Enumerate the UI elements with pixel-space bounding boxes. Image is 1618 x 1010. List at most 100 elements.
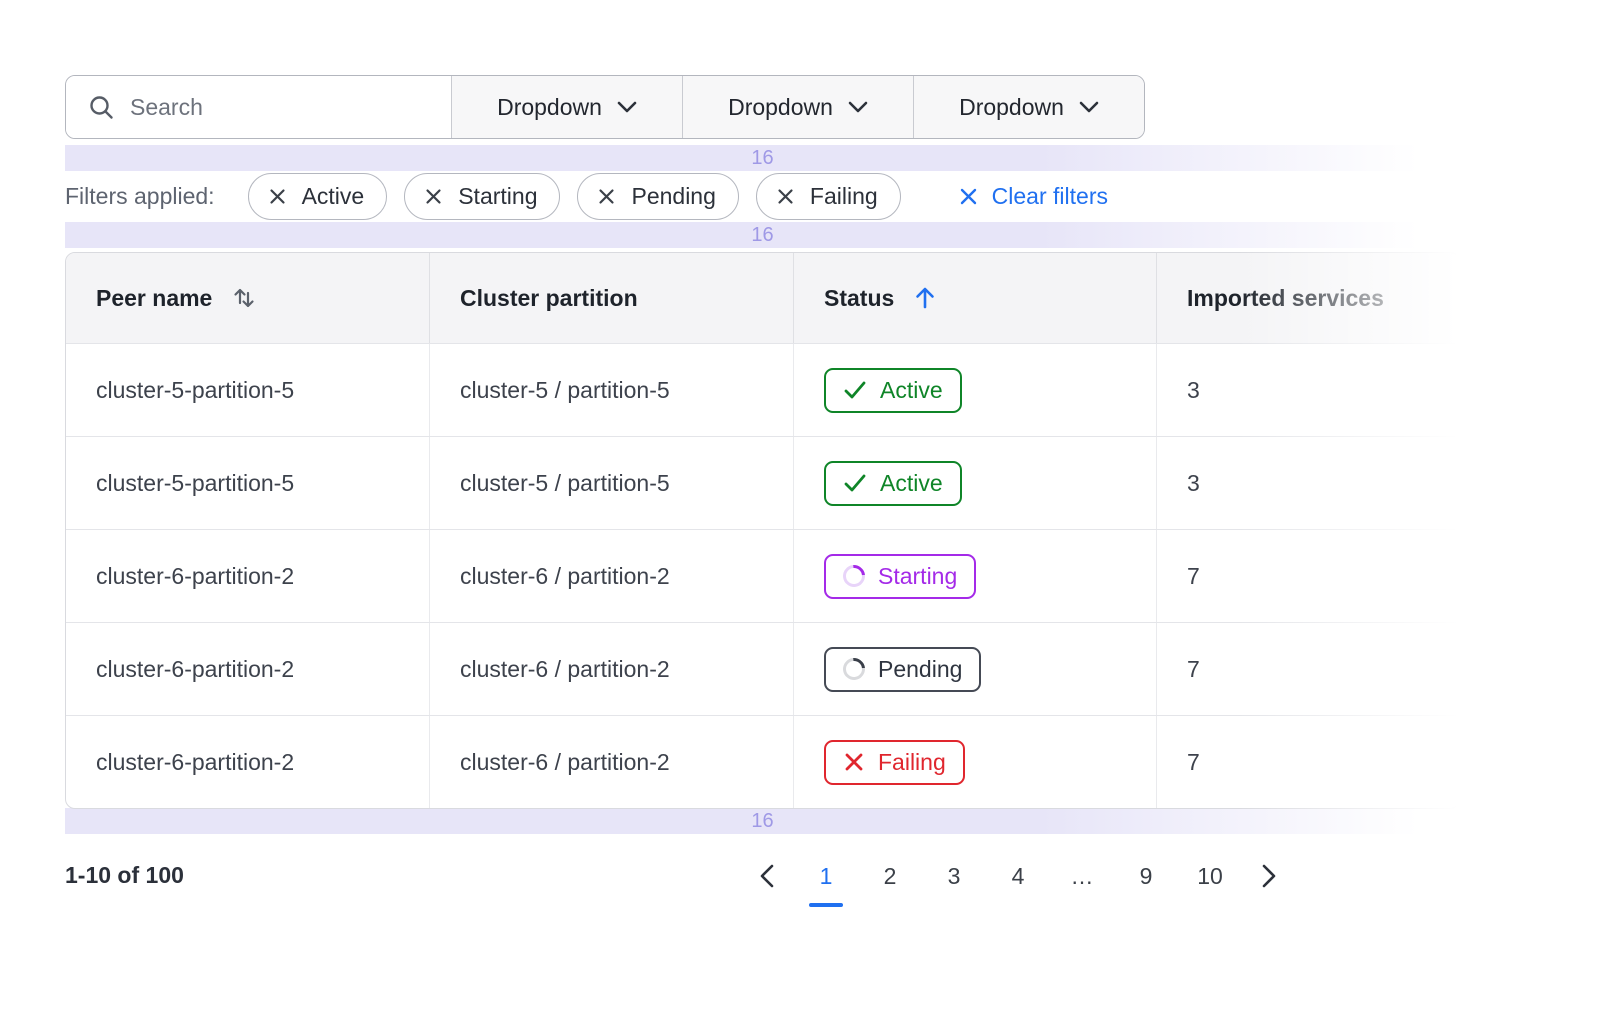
dropdown-label: Dropdown [728,94,833,121]
column-label: Status [824,285,894,312]
remove-filter-icon[interactable] [776,187,795,206]
page-button-1[interactable]: 1 [806,852,846,900]
page-button-10[interactable]: 10 [1190,852,1230,900]
filters-applied-row: Filters applied: Active Starting [65,171,1108,222]
next-page-button[interactable] [1254,852,1284,900]
previous-page-button[interactable] [752,852,782,900]
cell-status: Active [793,344,1156,436]
table-header-row: Peer name Cluster partition Status [66,253,1459,343]
chevron-left-icon [760,864,774,888]
clear-filters-icon [958,186,979,207]
cell-imported-services: 3 [1156,344,1459,436]
cell-imported-services: 7 [1156,530,1459,622]
filter-chip-label: Starting [458,183,537,210]
filter-toolbar: Dropdown Dropdown Dropdown [65,75,1145,139]
cell-cluster-partition: cluster-6 / partition-2 [429,530,793,622]
cell-imported-services: 7 [1156,716,1459,808]
filter-chip-starting[interactable]: Starting [404,173,560,220]
status-badge-failing: Failing [824,740,965,785]
filter-chip-label: Active [302,183,365,210]
page-button-3[interactable]: 3 [934,852,974,900]
pagination-summary: 1-10 of 100 [65,862,184,889]
spacing-size-label: 16 [751,810,773,833]
column-header-cluster-partition[interactable]: Cluster partition [429,253,793,343]
column-header-peer-name[interactable]: Peer name [66,253,429,343]
chevron-right-icon [1262,864,1276,888]
spinner-icon [839,561,870,592]
peers-table: Peer name Cluster partition Status [65,252,1460,809]
filter-chip-failing[interactable]: Failing [756,173,901,220]
spacing-size-label: 16 [751,224,773,247]
spacing-size-label: 16 [751,147,773,170]
clear-filters-button[interactable]: Clear filters [958,183,1108,210]
remove-filter-icon[interactable] [268,187,287,206]
spacing-marker: 16 [65,222,1460,248]
cell-cluster-partition: cluster-5 / partition-5 [429,437,793,529]
pagination-controls: 1 2 3 4 … 9 10 [752,852,1284,900]
check-icon [843,472,867,494]
page-button-4[interactable]: 4 [998,852,1038,900]
cell-status: Failing [793,716,1156,808]
remove-filter-icon[interactable] [424,187,443,206]
status-badge-active: Active [824,368,962,413]
search-field[interactable] [66,76,451,138]
sort-both-icon[interactable] [230,284,258,312]
filter-chip-label: Failing [810,183,878,210]
spacing-marker: 16 [65,145,1460,171]
check-icon [843,379,867,401]
table-row: cluster-6-partition-2 cluster-6 / partit… [66,622,1459,715]
column-label: Peer name [96,285,212,312]
cell-peer-name: cluster-6-partition-2 [66,623,429,715]
chevron-down-icon [617,101,637,113]
page-button-9[interactable]: 9 [1126,852,1166,900]
cell-cluster-partition: cluster-5 / partition-5 [429,344,793,436]
cell-imported-services: 7 [1156,623,1459,715]
cell-peer-name: cluster-5-partition-5 [66,437,429,529]
cell-peer-name: cluster-6-partition-2 [66,530,429,622]
table-row: cluster-6-partition-2 cluster-6 / partit… [66,715,1459,808]
table-row: cluster-5-partition-5 cluster-5 / partit… [66,436,1459,529]
dropdown-label: Dropdown [959,94,1064,121]
spacing-marker: 16 [65,808,1460,834]
status-badge-pending: Pending [824,647,981,692]
column-header-status[interactable]: Status [793,253,1156,343]
dropdown-label: Dropdown [497,94,602,121]
status-badge-active: Active [824,461,962,506]
status-label: Starting [878,563,957,590]
x-icon [843,751,865,773]
cell-status: Starting [793,530,1156,622]
dropdown-button-1[interactable]: Dropdown [451,76,682,138]
cell-peer-name: cluster-5-partition-5 [66,344,429,436]
page-ellipsis: … [1062,852,1102,900]
filters-applied-label: Filters applied: [65,183,215,210]
sort-ascending-icon[interactable] [912,284,938,312]
filter-chip-label: Pending [631,183,715,210]
table-row: cluster-5-partition-5 cluster-5 / partit… [66,343,1459,436]
table-row: cluster-6-partition-2 cluster-6 / partit… [66,529,1459,622]
cell-peer-name: cluster-6-partition-2 [66,716,429,808]
filter-chip-active[interactable]: Active [248,173,388,220]
cell-status: Pending [793,623,1156,715]
page: Dropdown Dropdown Dropdown [0,0,1618,1010]
cell-status: Active [793,437,1156,529]
chevron-down-icon [1079,101,1099,113]
status-badge-starting: Starting [824,554,976,599]
status-label: Active [880,377,943,404]
chevron-down-icon [848,101,868,113]
dropdown-button-2[interactable]: Dropdown [682,76,913,138]
status-label: Failing [878,749,946,776]
column-label: Imported services [1187,285,1384,312]
cell-cluster-partition: cluster-6 / partition-2 [429,716,793,808]
column-header-imported-services[interactable]: Imported services [1156,253,1459,343]
search-icon [88,94,115,121]
page-button-2[interactable]: 2 [870,852,910,900]
cell-cluster-partition: cluster-6 / partition-2 [429,623,793,715]
filter-chip-pending[interactable]: Pending [577,173,738,220]
status-label: Pending [878,656,962,683]
column-label: Cluster partition [460,285,638,312]
status-label: Active [880,470,943,497]
remove-filter-icon[interactable] [597,187,616,206]
dropdown-button-3[interactable]: Dropdown [913,76,1144,138]
clear-filters-label: Clear filters [992,183,1108,210]
search-input[interactable] [130,94,429,121]
